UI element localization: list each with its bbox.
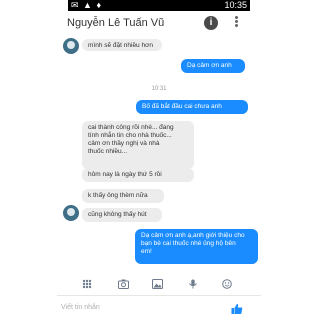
message-text-line: Dạ cảm ơn anh ạ,anh giới thiệu cho — [141, 232, 245, 239]
message-text-line: tính nhắn tin cho nhà thuốc... — [88, 132, 172, 139]
like-icon[interactable] — [231, 303, 243, 315]
composer-bar: Viết tin nhắn — [57, 295, 261, 321]
message-outgoing[interactable]: Bố đã bắt đầu cai chưa anh — [136, 100, 248, 114]
message-incoming[interactable]: cũng không thấy hút — [82, 208, 162, 222]
message-incoming[interactable]: k thấy ông thèm nữa — [82, 189, 164, 203]
message-incoming[interactable]: cai thành công rồi nhé... đang tính nhắn… — [82, 121, 194, 169]
message-incoming[interactable]: mình sẽ đặt nhiều hơn — [82, 39, 162, 51]
grid-icon[interactable] — [82, 279, 92, 289]
contact-name[interactable]: Nguyễn Lê Tuấn Vũ — [67, 17, 164, 29]
message-timestamp: 10:31 — [151, 86, 167, 92]
message-text: Bố đã bắt đầu cai chưa anh — [142, 103, 222, 110]
message-text: hôm nay là ngày thứ 5 rồi — [88, 171, 162, 178]
more-options-icon[interactable] — [232, 15, 240, 31]
notification-icons: ✉ ▲ ♦ — [71, 0, 103, 10]
message-text: k thấy ông thèm nữa — [88, 192, 148, 199]
message-text-line: cảm ơn thầy nghị và nhà — [88, 140, 160, 147]
photo-icon[interactable] — [152, 279, 163, 289]
contact-avatar[interactable] — [63, 205, 79, 221]
chat-header: Nguyễn Lê Tuấn Vũ i — [57, 11, 261, 38]
message-input-placeholder: Viết tin nhắn — [61, 304, 100, 311]
contact-avatar[interactable] — [63, 38, 79, 54]
message-text: cũng không thấy hút — [88, 211, 147, 218]
message-text-line: bạn bè cai thuốc nhé ủng hộ bên — [141, 240, 236, 247]
message-text-line: thuốc nhiều... — [88, 148, 128, 155]
chat-area: mình sẽ đặt nhiều hơn Dạ cảm ơn anh 10:3… — [57, 37, 261, 295]
message-text-line: em! — [141, 248, 152, 255]
camera-icon[interactable] — [118, 279, 129, 289]
status-bar: ✉ ▲ ♦ 10:35 — [68, 0, 250, 11]
emoji-icon[interactable] — [222, 279, 232, 289]
info-icon[interactable]: i — [204, 16, 218, 30]
microphone-icon[interactable] — [188, 279, 198, 289]
message-text: Dạ cảm ơn anh — [187, 62, 232, 69]
status-time: 10:35 — [224, 0, 247, 10]
message-outgoing[interactable]: Dạ cảm ơn anh ạ,anh giới thiệu cho bạn b… — [135, 229, 258, 264]
message-text-line: cai thành công rồi nhé... đang — [88, 124, 174, 131]
message-outgoing[interactable]: Dạ cảm ơn anh — [181, 59, 245, 73]
message-incoming[interactable]: hôm nay là ngày thứ 5 rồi — [82, 168, 194, 182]
message-text: mình sẽ đặt nhiều hơn — [88, 42, 153, 49]
